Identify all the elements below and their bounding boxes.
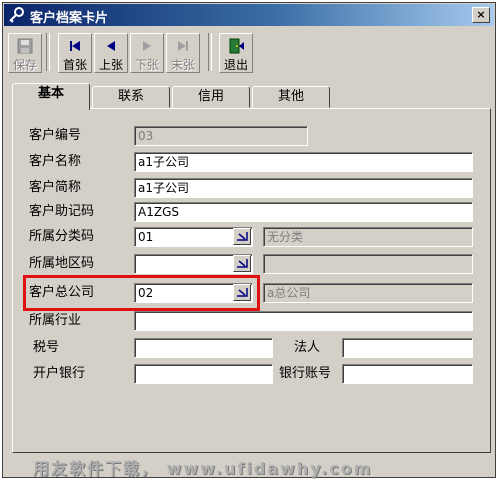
customer-short-field[interactable]: a1子公司 <box>134 178 473 198</box>
customer-short-label: 客户简称 <box>29 180 82 195</box>
last-record-button[interactable]: 末张 <box>166 33 200 73</box>
mnemonic-label: 客户助记码 <box>29 204 95 219</box>
tab-strip: 基本 联系 信用 其他 <box>12 83 492 110</box>
save-label: 保存 <box>12 58 37 72</box>
exit-label: 退出 <box>223 58 248 72</box>
industry-label: 所属行业 <box>29 313 82 328</box>
parent-company-lookup-button[interactable] <box>233 284 251 301</box>
key-icon <box>9 7 24 23</box>
prev-record-button[interactable]: 上张 <box>94 33 128 73</box>
bank-field[interactable] <box>134 364 273 384</box>
toolbar: 保存 首张 上张 下张 末张 退出 <box>4 29 494 75</box>
customer-name-field[interactable]: a1子公司 <box>134 152 473 172</box>
prev-record-icon <box>107 41 115 51</box>
parent-company-desc-field: a总公司 <box>263 283 473 303</box>
tab-contact[interactable]: 联系 <box>92 86 170 108</box>
customer-name-label: 客户名称 <box>29 154 82 169</box>
exit-button[interactable]: 退出 <box>219 33 253 73</box>
tax-no-field[interactable] <box>134 338 273 358</box>
last-record-icon <box>178 41 188 51</box>
next-record-icon <box>143 41 151 51</box>
tax-no-label: 税号 <box>33 340 60 355</box>
region-code-label: 所属地区码 <box>29 256 95 271</box>
tab-other[interactable]: 其他 <box>252 86 330 108</box>
first-record-label: 首张 <box>62 58 87 72</box>
last-record-label: 末张 <box>170 58 195 72</box>
category-desc-field: 无分类 <box>263 227 473 247</box>
watermark: 用友软件下载， www.ufidawhy.com <box>33 459 373 478</box>
first-record-button[interactable]: 首张 <box>58 33 92 73</box>
toolbar-separator <box>46 33 50 71</box>
window-title: 客户档案卡片 <box>30 11 109 26</box>
bank-account-label: 银行账号 <box>279 366 332 381</box>
industry-field[interactable] <box>134 311 473 331</box>
category-code-label: 所属分类码 <box>29 229 95 244</box>
disk-icon <box>17 38 33 54</box>
customer-code-field: 03 <box>134 126 308 146</box>
legal-person-label: 法人 <box>294 340 321 355</box>
customer-card-window: 客户档案卡片 × 保存 首张 上张 下张 末张 退出 基本 联系 信用 其他 客… <box>2 2 496 478</box>
parent-company-label: 客户总公司 <box>29 285 95 300</box>
prev-record-label: 上张 <box>98 58 123 72</box>
legal-person-field[interactable] <box>342 338 473 358</box>
mnemonic-field[interactable]: A1ZGS <box>134 202 473 222</box>
exit-door-icon <box>229 38 244 54</box>
bank-account-field[interactable] <box>342 364 473 384</box>
first-record-icon <box>70 41 80 51</box>
region-lookup-button[interactable] <box>233 255 251 272</box>
save-button[interactable]: 保存 <box>8 33 42 73</box>
tab-credit[interactable]: 信用 <box>172 86 250 108</box>
toolbar-separator <box>208 33 212 71</box>
close-button[interactable]: × <box>472 7 490 23</box>
region-desc-field <box>263 254 473 274</box>
lookup-icon <box>237 259 248 268</box>
lookup-icon <box>237 288 248 297</box>
customer-code-label: 客户编号 <box>29 128 82 143</box>
title-bar: 客户档案卡片 × <box>4 4 494 26</box>
lookup-icon <box>237 232 248 241</box>
next-record-button[interactable]: 下张 <box>130 33 164 73</box>
category-lookup-button[interactable] <box>233 228 251 245</box>
bank-label: 开户银行 <box>33 366 86 381</box>
tab-basic[interactable]: 基本 <box>12 83 90 110</box>
next-record-label: 下张 <box>134 58 159 72</box>
